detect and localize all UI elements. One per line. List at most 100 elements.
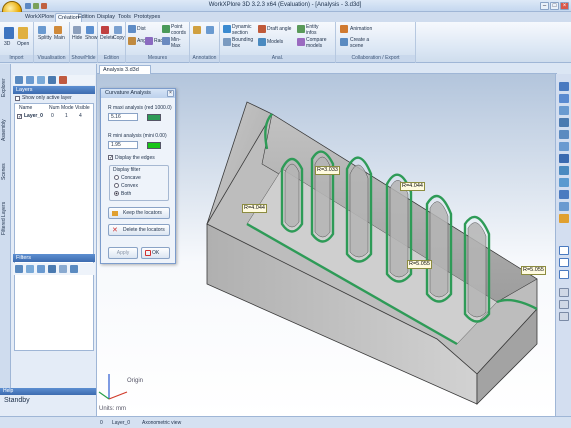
entity-infos-icon[interactable] <box>297 25 305 33</box>
filter-icon-1[interactable] <box>15 265 23 273</box>
btn-main[interactable]: Main <box>54 35 65 41</box>
btn-compare-models[interactable]: Compare models <box>306 37 332 49</box>
grid-icon[interactable] <box>559 288 569 297</box>
splitty-icon[interactable] <box>38 26 46 34</box>
tab-display[interactable]: Display <box>95 13 117 22</box>
angle-icon[interactable] <box>128 37 136 45</box>
btn-models[interactable]: Models <box>267 39 283 45</box>
filter-icon-3[interactable] <box>37 265 45 273</box>
layer-move-icon[interactable] <box>48 76 56 84</box>
layer-paste-icon[interactable] <box>37 76 45 84</box>
new-layer-icon[interactable] <box>15 76 23 84</box>
delete-icon[interactable] <box>101 26 109 34</box>
close-button[interactable]: × <box>560 2 569 10</box>
col-visible[interactable]: Visible <box>75 105 90 111</box>
btn-splitty[interactable]: Splitty <box>38 35 52 41</box>
layer-delete-icon[interactable] <box>59 76 67 84</box>
minimize-button[interactable]: – <box>540 2 549 10</box>
radio-convex[interactable] <box>114 183 119 188</box>
layout-quad-icon[interactable] <box>559 270 569 279</box>
btn-bounding-box[interactable]: Bounding box <box>232 37 256 49</box>
create-scene-icon[interactable] <box>340 38 348 46</box>
vtab-explorer[interactable]: Explorer <box>1 68 10 108</box>
col-name[interactable]: Name <box>19 105 32 111</box>
layer-copy-icon[interactable] <box>26 76 34 84</box>
text-icon[interactable] <box>206 26 214 34</box>
zoom-icon[interactable] <box>559 166 569 175</box>
compare-models-icon[interactable] <box>297 38 305 46</box>
view-left-icon[interactable] <box>559 118 569 127</box>
rmax-input[interactable]: 5.16 <box>108 113 138 121</box>
curvature-label-3[interactable]: R=4.044 <box>242 204 267 213</box>
point-coords-icon[interactable] <box>162 25 170 33</box>
display-edges-checkbox[interactable]: ✓ <box>108 155 113 161</box>
btn-minmax[interactable]: Min-Max <box>171 37 189 49</box>
minmax-icon[interactable] <box>162 37 170 45</box>
curvature-label-2[interactable]: R=4.044 <box>400 182 425 191</box>
btn-dynamic-section[interactable]: Dynamic section <box>232 24 258 36</box>
models-icon[interactable] <box>258 38 266 46</box>
rmin-input[interactable]: 1.95 <box>108 141 138 149</box>
dialog-close-button[interactable]: × <box>167 90 174 97</box>
pan-icon[interactable] <box>559 178 569 187</box>
show-icon[interactable] <box>86 26 94 34</box>
table-icon[interactable] <box>559 312 569 321</box>
btn-open-label[interactable]: Open <box>17 41 29 47</box>
btn-copy[interactable]: Copy <box>113 35 125 41</box>
tab-tools[interactable]: Tools <box>116 13 133 22</box>
view-top-icon[interactable] <box>559 94 569 103</box>
curvature-label-4[interactable]: R=5.055 <box>407 260 432 269</box>
layout-split-icon[interactable] <box>559 258 569 267</box>
rmin-color-swatch[interactable] <box>147 142 161 149</box>
distance-icon[interactable] <box>128 25 136 33</box>
vtab-assembly[interactable]: Assembly <box>1 110 10 150</box>
col-num[interactable]: Num <box>49 105 60 111</box>
dynamic-section-icon[interactable] <box>223 25 231 33</box>
btn-create-scene[interactable]: Create a scene <box>350 37 376 49</box>
quick-undo-icon[interactable] <box>41 3 47 9</box>
ok-button[interactable]: OK <box>141 247 170 259</box>
tab-edition[interactable]: Edition <box>76 13 97 22</box>
keep-locators-button[interactable]: Keep the locators <box>108 207 170 219</box>
copy-icon[interactable] <box>114 26 122 34</box>
tab-document[interactable]: Analysis 3.d3d <box>99 65 151 74</box>
show-active-checkbox[interactable] <box>15 96 20 101</box>
rmax-color-swatch[interactable] <box>147 114 161 121</box>
curvature-label-5[interactable]: R=5.055 <box>521 266 546 275</box>
col-mode[interactable]: Mode <box>61 105 74 111</box>
show-active-layer-row[interactable]: Show only active layer <box>14 95 94 102</box>
layout-single-icon[interactable] <box>559 246 569 255</box>
vtab-filtered-layers[interactable]: Filtered Layers <box>1 194 10 242</box>
btn-point-coords[interactable]: Point coords <box>171 24 189 36</box>
btn-entity-infos[interactable]: Entity infos <box>306 24 328 36</box>
layer-visible-checkbox[interactable]: ✓ <box>17 114 22 120</box>
bounding-box-icon[interactable] <box>223 38 231 46</box>
filter-icon-6[interactable] <box>70 265 78 273</box>
3d-icon[interactable] <box>4 27 14 39</box>
grid-alt-icon[interactable] <box>559 300 569 309</box>
table-row[interactable]: ✓ Layer_0 0 1 4 <box>16 113 93 120</box>
filter-icon-4[interactable] <box>48 265 56 273</box>
annotation-icon[interactable] <box>193 26 201 34</box>
view-back-icon[interactable] <box>559 130 569 139</box>
view-right-icon[interactable] <box>559 106 569 115</box>
maximize-button[interactable]: □ <box>550 2 559 10</box>
view-iso-icon[interactable] <box>559 154 569 163</box>
btn-draft-angle[interactable]: Draft angle <box>267 26 291 32</box>
radius-icon[interactable] <box>145 37 153 45</box>
animation-icon[interactable] <box>340 25 348 33</box>
radio-both[interactable] <box>114 191 119 196</box>
radio-concave[interactable] <box>114 175 119 180</box>
vtab-scenes[interactable]: Scenes <box>1 152 10 192</box>
tab-prototypes[interactable]: Prototypes <box>132 13 162 22</box>
btn-hide[interactable]: Hide <box>72 35 82 41</box>
draft-angle-icon[interactable] <box>258 25 266 33</box>
quick-open-icon[interactable] <box>33 3 39 9</box>
shading-icon[interactable] <box>559 214 569 223</box>
quick-save-icon[interactable] <box>25 3 31 9</box>
apply-button[interactable]: Apply <box>108 247 138 259</box>
hide-icon[interactable] <box>73 26 81 34</box>
curvature-label-1[interactable]: R=3.033 <box>315 166 340 175</box>
rotate-icon[interactable] <box>559 190 569 199</box>
view-bottom-icon[interactable] <box>559 142 569 151</box>
